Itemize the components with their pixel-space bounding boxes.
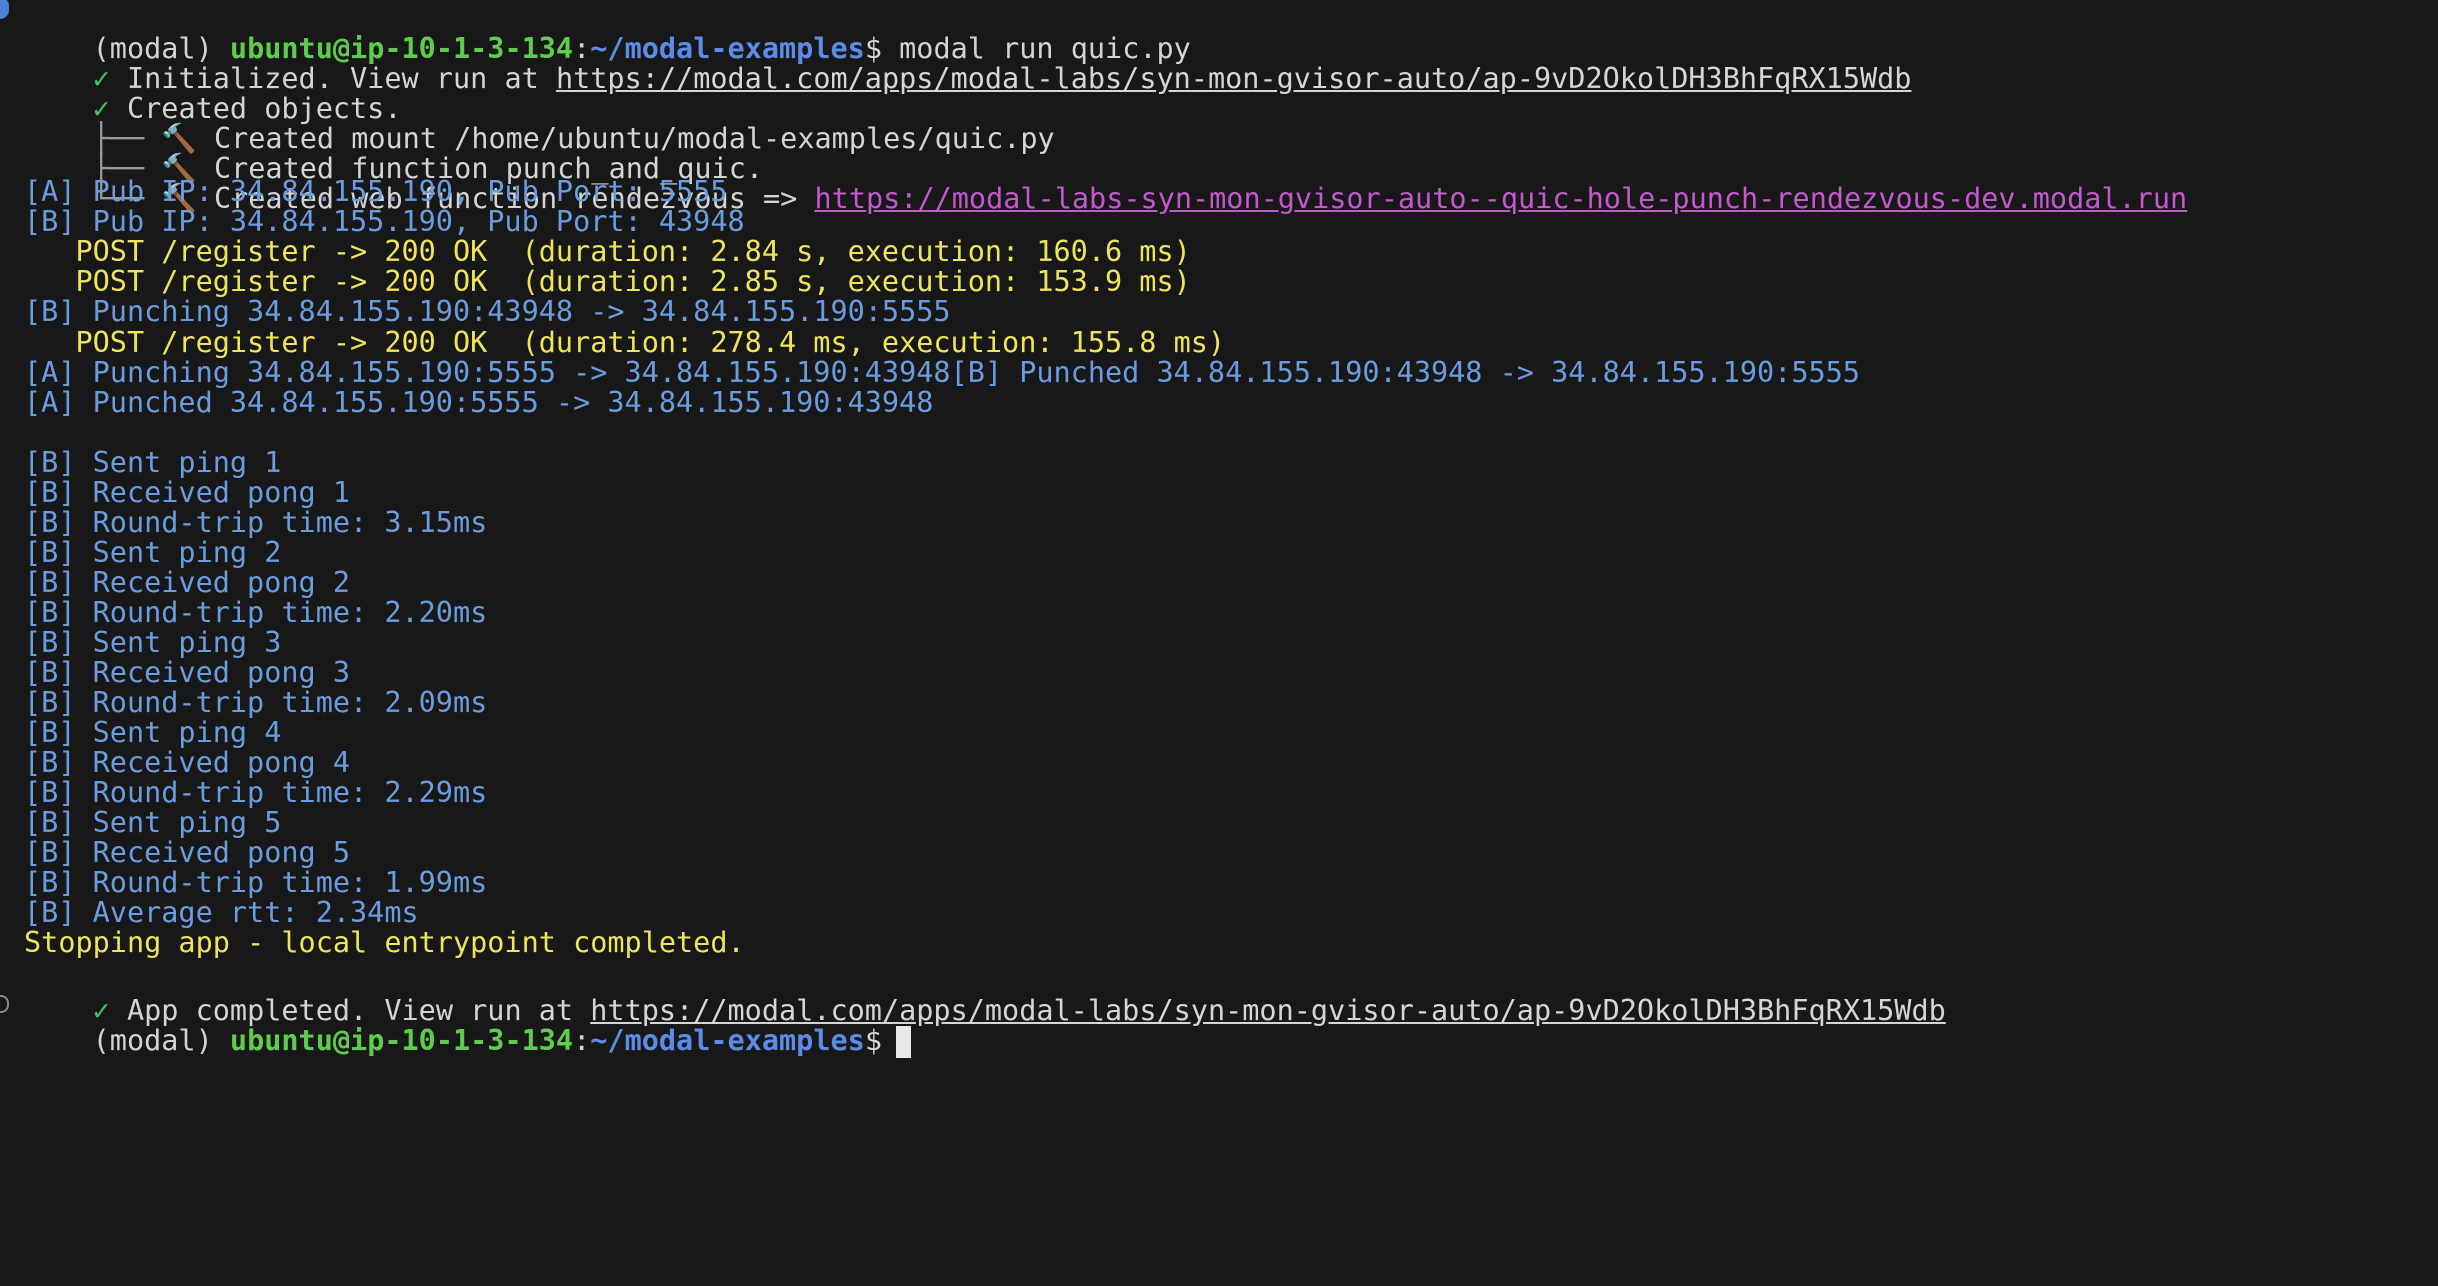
command-marker-icon[interactable] [0, 0, 9, 19]
prompt-env: (modal) [92, 1023, 230, 1057]
command-marker-icon[interactable] [0, 994, 9, 1013]
prompt-colon: : [573, 1023, 591, 1057]
final-prompt-line[interactable]: (modal) ubuntu@ip-10-1-3-134:~/modal-exa… [0, 985, 2438, 1058]
terminal-window[interactable]: (modal) ubuntu@ip-10-1-3-134:~/modal-exa… [0, 0, 2438, 1286]
prompt-dollar: $ [864, 1023, 882, 1057]
text-cursor[interactable] [895, 1025, 911, 1058]
prompt-path: ~/modal-examples [590, 1023, 865, 1057]
prompt-user-host: ubuntu@ip-10-1-3-134 [229, 1023, 574, 1057]
